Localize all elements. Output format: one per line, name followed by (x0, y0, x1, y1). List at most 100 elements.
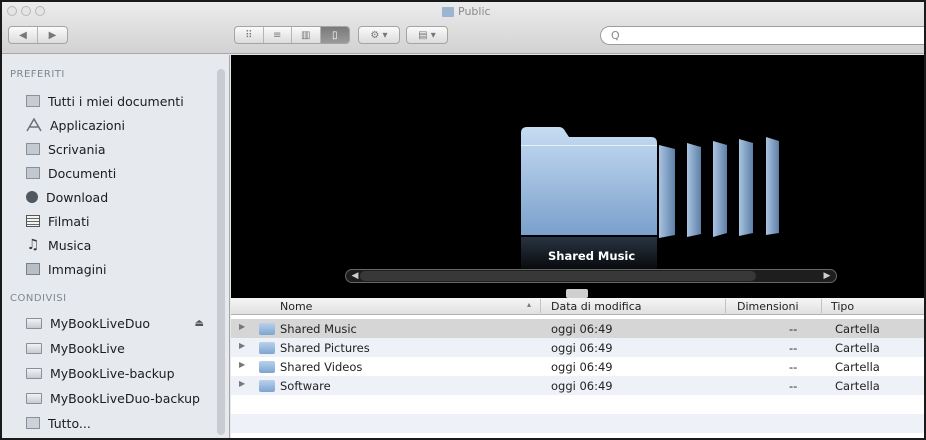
network-drive-icon (26, 367, 42, 379)
column-view-button[interactable]: ▥ (292, 27, 321, 43)
movies-icon (26, 215, 40, 227)
view-switcher: ⠿ ≡ ▥ ▯ (234, 26, 350, 44)
finder-window: Public ◀ ▶ ⠿ ≡ ▥ ▯ ⚙ ▾ ▤ ▾ Q PREFERITI T… (0, 0, 926, 440)
row-size: -- (789, 322, 798, 336)
eject-icon[interactable]: ⏏ (195, 318, 204, 329)
disclosure-triangle-icon[interactable]: ▶ (239, 322, 245, 331)
coverflow-scrollbar[interactable]: ◀ ▶ (345, 269, 837, 283)
desktop-icon (26, 143, 40, 155)
coverflow-view[interactable]: Shared Music ◀ ▶ (231, 55, 924, 298)
column-header-type[interactable]: Tipo (831, 300, 854, 313)
minimize-window-button[interactable] (21, 6, 31, 16)
search-field[interactable]: Q (600, 26, 924, 45)
column-separator[interactable] (821, 299, 822, 313)
forward-button[interactable]: ▶ (38, 27, 67, 43)
folder-icon (259, 342, 275, 354)
folder-icon (259, 380, 275, 392)
row-type: Cartella (835, 322, 880, 336)
back-button[interactable]: ◀ (9, 27, 39, 43)
sidebar-item-label: MyBookLiveDuo (50, 315, 151, 331)
sidebar-item-label: Applicazioni (50, 117, 125, 133)
window-title: Public (442, 5, 491, 18)
music-icon: ♫ (26, 237, 40, 253)
sidebar-item-label: MyBookLive (50, 340, 125, 356)
sidebar-item-label: Download (46, 189, 109, 205)
row-type: Cartella (835, 360, 880, 374)
column-separator[interactable] (540, 299, 541, 313)
coverflow-view-button[interactable]: ▯ (320, 27, 349, 43)
documents-icon (26, 167, 40, 179)
sidebar-item-all-documents[interactable]: Tutti i miei documenti (26, 91, 212, 111)
sidebar-item-music[interactable]: ♫ Musica (26, 235, 212, 255)
network-drive-icon (26, 317, 42, 329)
list-row-shared-pictures[interactable]: ▶ Shared Pictures oggi 06:49 -- Cartella (231, 338, 924, 357)
row-modified: oggi 06:49 (551, 322, 613, 336)
column-separator[interactable] (725, 299, 726, 313)
sidebar-header-shared: CONDIVISI (10, 293, 67, 304)
list-row-empty (231, 395, 924, 414)
action-menu-button[interactable]: ⚙ ▾ (358, 26, 400, 44)
row-name: Shared Pictures (280, 341, 370, 355)
sidebar-item-label: Tutto... (48, 415, 91, 431)
disclosure-triangle-icon[interactable]: ▶ (239, 341, 245, 350)
zoom-window-button[interactable] (35, 6, 45, 16)
row-size: -- (789, 360, 798, 374)
sort-indicator-icon: ▴ (527, 300, 532, 309)
list-row-software[interactable]: ▶ Software oggi 06:49 -- Cartella (231, 376, 924, 395)
sidebar-item-label: Scrivania (48, 141, 106, 157)
sidebar-item-label: MyBookLiveDuo-backup (50, 390, 200, 406)
sidebar-item-mybooklive[interactable]: MyBookLive (26, 338, 212, 358)
sidebar-item-mybookliveduo-backup[interactable]: MyBookLiveDuo-backup (26, 388, 212, 408)
list-row-shared-music[interactable]: ▶ Shared Music oggi 06:49 -- Cartella (231, 319, 924, 338)
coverflow-caption: Shared Music (548, 249, 636, 263)
disclosure-triangle-icon[interactable]: ▶ (239, 360, 245, 369)
row-size: -- (789, 379, 798, 393)
sidebar-item-pictures[interactable]: Immagini (26, 259, 212, 279)
sidebar-item-label: Documenti (48, 165, 117, 181)
search-icon: Q (611, 29, 620, 42)
gear-icon: ⚙ ▾ (370, 29, 388, 41)
column-header-modified[interactable]: Data di modifica (551, 300, 642, 313)
sidebar-item-label: Filmati (48, 213, 90, 229)
close-window-button[interactable] (7, 6, 17, 16)
row-name: Software (280, 379, 331, 393)
all-docs-icon (26, 95, 40, 107)
row-name: Shared Music (280, 322, 357, 336)
folder-icon (259, 323, 275, 335)
row-name: Shared Videos (280, 360, 363, 374)
sidebar-item-label: Musica (48, 237, 92, 253)
split-resize-handle[interactable] (566, 289, 588, 298)
sidebar-item-all-network[interactable]: Tutto... (26, 413, 212, 433)
sidebar-item-mybookliveduo[interactable]: MyBookLiveDuo ⏏ (26, 313, 212, 333)
row-type: Cartella (835, 379, 880, 393)
folder-icon (259, 361, 275, 373)
sidebar-item-download[interactable]: Download (26, 187, 212, 207)
list-row-shared-videos[interactable]: ▶ Shared Videos oggi 06:49 -- Cartella (231, 357, 924, 376)
network-drive-icon (26, 392, 42, 404)
network-drive-icon (26, 342, 42, 354)
coverflow-scroll-thumb[interactable] (360, 271, 756, 281)
sidebar-item-mybooklive-backup[interactable]: MyBookLive-backup (26, 363, 212, 383)
row-modified: oggi 06:49 (551, 379, 613, 393)
pictures-icon (26, 263, 40, 275)
list-view-button[interactable]: ≡ (264, 27, 292, 43)
sidebar-item-documents[interactable]: Documenti (26, 163, 212, 183)
list-row-empty (231, 414, 924, 433)
file-list: Nome ▴ Data di modifica Dimensioni Tipo … (231, 298, 924, 438)
applications-icon (26, 118, 42, 132)
icon-view-button[interactable]: ⠿ (235, 27, 264, 43)
sidebar-item-desktop[interactable]: Scrivania (26, 139, 212, 159)
sidebar-scrollbar[interactable] (217, 69, 225, 435)
row-type: Cartella (835, 341, 880, 355)
list-header: Nome ▴ Data di modifica Dimensioni Tipo (231, 298, 924, 315)
column-header-name[interactable]: Nome (280, 300, 312, 313)
sidebar-item-applications[interactable]: Applicazioni (26, 115, 212, 135)
sidebar-item-movies[interactable]: Filmati (26, 211, 212, 231)
toolbar: Public ◀ ▶ ⠿ ≡ ▥ ▯ ⚙ ▾ ▤ ▾ Q (2, 2, 924, 54)
arrange-menu-button[interactable]: ▤ ▾ (406, 26, 448, 44)
scroll-right-icon[interactable]: ▶ (820, 270, 834, 282)
sidebar: PREFERITI Tutti i miei documenti Applica… (2, 55, 230, 438)
column-header-size[interactable]: Dimensioni (737, 300, 799, 313)
row-modified: oggi 06:49 (551, 341, 613, 355)
disclosure-triangle-icon[interactable]: ▶ (239, 379, 245, 388)
